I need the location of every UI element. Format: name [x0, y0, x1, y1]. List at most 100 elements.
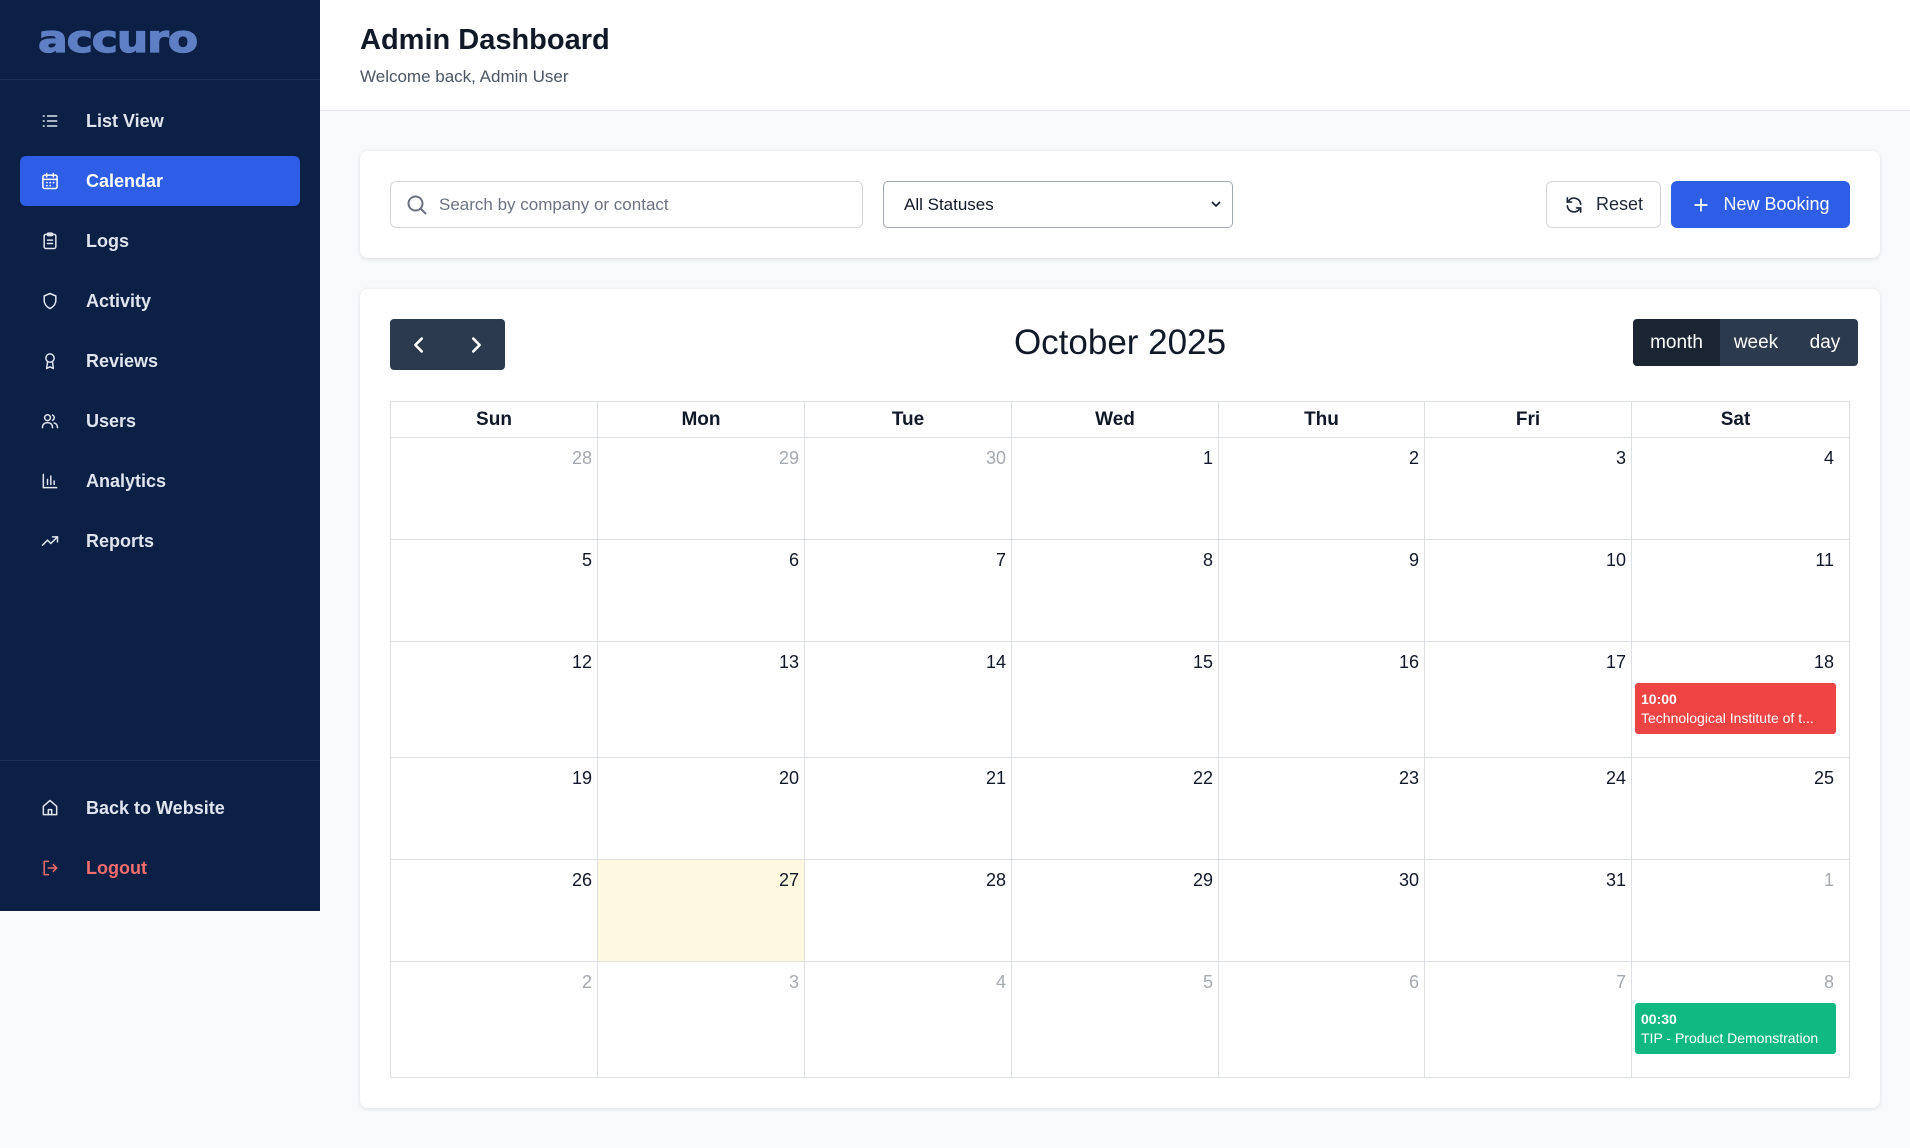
back-to-website-link[interactable]: Back to Website — [20, 783, 300, 833]
day-number[interactable]: 27 — [779, 870, 799, 891]
day-number[interactable]: 28 — [986, 870, 1006, 891]
day-number[interactable]: 26 — [572, 870, 592, 891]
calendar-event[interactable]: 10:00 Technological Institute of t... — [1635, 683, 1836, 734]
day-cell[interactable]: 15 — [1012, 642, 1219, 757]
day-number[interactable]: 6 — [1409, 972, 1419, 993]
day-number[interactable]: 4 — [1824, 448, 1834, 469]
day-cell[interactable]: 20 — [598, 758, 805, 859]
day-number[interactable]: 12 — [572, 652, 592, 673]
day-number[interactable]: 21 — [986, 768, 1006, 789]
sidebar-item-reviews[interactable]: Reviews — [20, 336, 300, 386]
day-number[interactable]: 5 — [582, 550, 592, 571]
day-cell[interactable]: 21 — [805, 758, 1012, 859]
day-number[interactable]: 5 — [1203, 972, 1213, 993]
day-cell[interactable]: 24 — [1425, 758, 1632, 859]
day-number[interactable]: 19 — [572, 768, 592, 789]
day-number[interactable]: 8 — [1824, 972, 1834, 993]
day-cell[interactable]: 1 — [1012, 438, 1219, 539]
day-cell[interactable]: 4 — [805, 962, 1012, 1078]
day-cell[interactable]: 28 — [391, 438, 598, 539]
new-booking-button[interactable]: New Booking — [1671, 181, 1850, 228]
day-cell[interactable]: 8 00:30 TIP - Product Demonstration — [1632, 962, 1839, 1078]
day-number[interactable]: 24 — [1606, 768, 1626, 789]
day-cell-today[interactable]: 27 — [598, 860, 805, 961]
day-number[interactable]: 30 — [1399, 870, 1419, 891]
day-number[interactable]: 6 — [789, 550, 799, 571]
day-view-button[interactable]: day — [1792, 319, 1858, 366]
day-cell[interactable]: 22 — [1012, 758, 1219, 859]
day-number[interactable]: 1 — [1203, 448, 1213, 469]
day-number[interactable]: 3 — [789, 972, 799, 993]
day-number[interactable]: 23 — [1399, 768, 1419, 789]
day-number[interactable]: 28 — [572, 448, 592, 469]
day-number[interactable]: 13 — [779, 652, 799, 673]
day-number[interactable]: 3 — [1616, 448, 1626, 469]
day-cell[interactable]: 17 — [1425, 642, 1632, 757]
day-cell[interactable]: 7 — [805, 540, 1012, 641]
day-number[interactable]: 25 — [1814, 768, 1834, 789]
day-number[interactable]: 29 — [1193, 870, 1213, 891]
day-cell[interactable]: 6 — [1219, 962, 1425, 1078]
day-number[interactable]: 8 — [1203, 550, 1213, 571]
day-number[interactable]: 18 — [1814, 652, 1834, 673]
day-cell[interactable]: 28 — [805, 860, 1012, 961]
day-cell[interactable]: 5 — [391, 540, 598, 641]
day-number[interactable]: 2 — [1409, 448, 1419, 469]
logout-button[interactable]: Logout — [20, 843, 300, 893]
day-cell[interactable]: 30 — [1219, 860, 1425, 961]
day-cell[interactable]: 3 — [1425, 438, 1632, 539]
day-number[interactable]: 20 — [779, 768, 799, 789]
sidebar-item-users[interactable]: Users — [20, 396, 300, 446]
day-cell[interactable]: 23 — [1219, 758, 1425, 859]
day-cell[interactable]: 18 10:00 Technological Institute of t... — [1632, 642, 1839, 757]
day-number[interactable]: 14 — [986, 652, 1006, 673]
day-number[interactable]: 15 — [1193, 652, 1213, 673]
status-select[interactable]: All Statuses — [883, 181, 1233, 228]
day-cell[interactable]: 4 — [1632, 438, 1839, 539]
day-number[interactable]: 16 — [1399, 652, 1419, 673]
day-number[interactable]: 7 — [1616, 972, 1626, 993]
day-cell[interactable]: 2 — [1219, 438, 1425, 539]
sidebar-item-list-view[interactable]: List View — [20, 96, 300, 146]
sidebar-item-reports[interactable]: Reports — [20, 516, 300, 566]
day-cell[interactable]: 9 — [1219, 540, 1425, 641]
day-cell[interactable]: 8 — [1012, 540, 1219, 641]
month-view-button[interactable]: month — [1633, 319, 1720, 366]
reset-button[interactable]: Reset — [1546, 181, 1661, 228]
day-cell[interactable]: 1 — [1632, 860, 1839, 961]
day-number[interactable]: 2 — [582, 972, 592, 993]
day-number[interactable]: 10 — [1606, 550, 1626, 571]
accuro-logo[interactable]: accuro — [37, 20, 199, 59]
day-number[interactable]: 29 — [779, 448, 799, 469]
day-cell[interactable]: 14 — [805, 642, 1012, 757]
day-number[interactable]: 31 — [1606, 870, 1626, 891]
day-number[interactable]: 30 — [986, 448, 1006, 469]
day-number[interactable]: 17 — [1606, 652, 1626, 673]
day-number[interactable]: 9 — [1409, 550, 1419, 571]
day-number[interactable]: 4 — [996, 972, 1006, 993]
day-cell[interactable]: 6 — [598, 540, 805, 641]
week-view-button[interactable]: week — [1720, 319, 1792, 366]
day-cell[interactable]: 30 — [805, 438, 1012, 539]
sidebar-item-activity[interactable]: Activity — [20, 276, 300, 326]
day-cell[interactable]: 12 — [391, 642, 598, 757]
day-cell[interactable]: 7 — [1425, 962, 1632, 1078]
day-cell[interactable]: 13 — [598, 642, 805, 757]
day-cell[interactable]: 31 — [1425, 860, 1632, 961]
day-cell[interactable]: 11 — [1632, 540, 1839, 641]
day-number[interactable]: 1 — [1824, 870, 1834, 891]
day-cell[interactable]: 25 — [1632, 758, 1839, 859]
sidebar-item-analytics[interactable]: Analytics — [20, 456, 300, 506]
day-cell[interactable]: 3 — [598, 962, 805, 1078]
day-number[interactable]: 11 — [1815, 550, 1834, 571]
day-cell[interactable]: 29 — [1012, 860, 1219, 961]
search-box[interactable] — [390, 181, 863, 228]
sidebar-item-logs[interactable]: Logs — [20, 216, 300, 266]
day-cell[interactable]: 26 — [391, 860, 598, 961]
day-cell[interactable]: 2 — [391, 962, 598, 1078]
day-cell[interactable]: 10 — [1425, 540, 1632, 641]
day-cell[interactable]: 16 — [1219, 642, 1425, 757]
calendar-event[interactable]: 00:30 TIP - Product Demonstration — [1635, 1003, 1836, 1054]
day-number[interactable]: 22 — [1193, 768, 1213, 789]
day-number[interactable]: 7 — [996, 550, 1006, 571]
